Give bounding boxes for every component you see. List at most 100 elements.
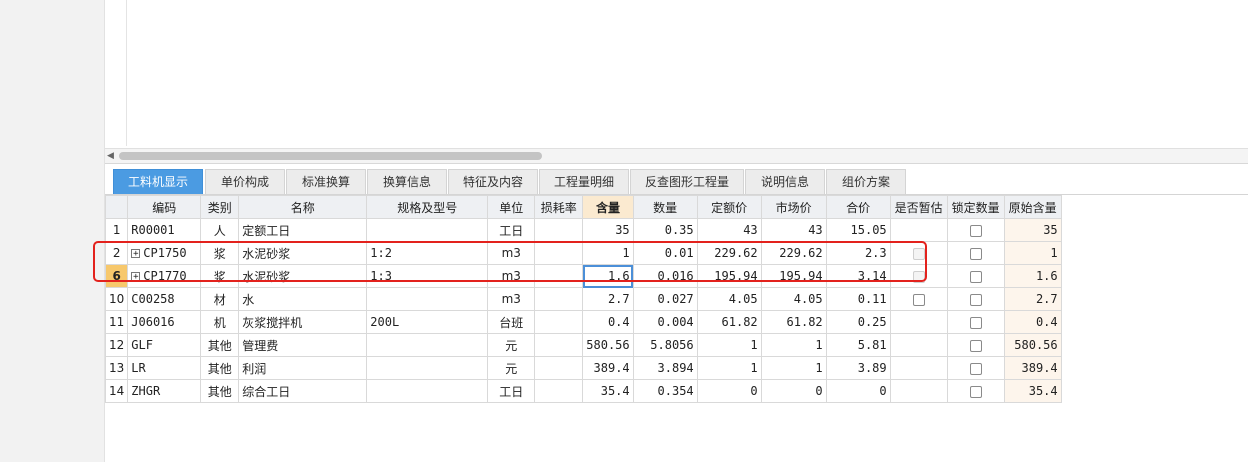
cell-orig-qty[interactable]: 35	[1003, 218, 1062, 242]
col-header-unit[interactable]: 单位	[487, 195, 536, 219]
cell-unit[interactable]: 工日	[487, 379, 536, 403]
col-header-lock[interactable]: 锁定数量	[946, 195, 1005, 219]
table-row[interactable]: 1 R00001 人 定额工日 工日 35 0.35 43 43 15.05 3…	[104, 218, 1062, 242]
col-header-code[interactable]: 编码	[127, 195, 202, 219]
cell-qty[interactable]: 35	[582, 218, 634, 242]
col-header-total[interactable]: 合价	[825, 195, 891, 219]
col-header-estimate[interactable]: 是否暂估	[889, 195, 948, 219]
col-header-qty[interactable]: 含量	[582, 195, 634, 219]
cell-market-price[interactable]: 61.82	[760, 310, 827, 334]
cell-spec[interactable]	[366, 356, 489, 380]
cell-total[interactable]: 5.81	[825, 333, 891, 357]
cell-total[interactable]: 0	[825, 379, 891, 403]
cell-market-price[interactable]: 43	[760, 218, 827, 242]
cell-type[interactable]: 其他	[200, 356, 240, 380]
table-row[interactable]: 14 ZHGR 其他 综合工日 工日 35.4 0.354 0 0 0 35.4	[104, 379, 1062, 403]
cell-loss[interactable]	[534, 218, 584, 242]
cell-type[interactable]: 机	[200, 310, 240, 334]
cell-total[interactable]: 0.25	[825, 310, 891, 334]
table-row[interactable]: 6 + CP1770 浆 水泥砂浆 1:3 m3 1.6 0.016 195.94…	[104, 264, 1062, 288]
cell-amount[interactable]: 5.8056	[632, 333, 698, 357]
row-number[interactable]: 13	[104, 356, 129, 380]
cell-total[interactable]: 3.89	[825, 356, 891, 380]
col-header-market-price[interactable]: 市场价	[760, 195, 827, 219]
cell-quota-price[interactable]: 1	[696, 356, 762, 380]
lock-checkbox[interactable]	[969, 385, 982, 398]
cell-spec[interactable]	[366, 287, 489, 311]
cell-qty[interactable]: 0.4	[582, 310, 634, 334]
cell-market-price[interactable]: 195.94	[760, 264, 827, 288]
cell-loss[interactable]	[534, 333, 584, 357]
cell-code[interactable]: + CP1770	[127, 264, 202, 288]
lock-checkbox[interactable]	[969, 224, 982, 237]
row-number[interactable]: 14	[104, 379, 129, 403]
cell-loss[interactable]	[534, 379, 584, 403]
cell-quota-price[interactable]: 43	[696, 218, 762, 242]
cell-loss[interactable]	[534, 310, 584, 334]
cell-spec[interactable]: 200L	[366, 310, 489, 334]
cell-code[interactable]: J06016	[127, 310, 202, 334]
cell-quota-price[interactable]: 195.94	[696, 264, 762, 288]
cell-orig-qty[interactable]: 0.4	[1003, 310, 1062, 334]
cell-name[interactable]: 管理费	[238, 333, 368, 357]
cell-quota-price[interactable]: 229.62	[696, 241, 762, 265]
cell-total[interactable]: 0.11	[825, 287, 891, 311]
cell-unit[interactable]: m3	[487, 241, 536, 265]
cell-orig-qty[interactable]: 2.7	[1003, 287, 1062, 311]
cell-total[interactable]: 3.14	[825, 264, 891, 288]
expand-plus-icon[interactable]: +	[131, 272, 141, 282]
row-number[interactable]: 11	[104, 310, 129, 334]
estimate-checkbox[interactable]	[912, 293, 925, 306]
cell-code[interactable]: GLF	[127, 333, 202, 357]
cell-orig-qty[interactable]: 1	[1003, 241, 1062, 265]
row-number[interactable]: 2	[104, 241, 129, 265]
cell-loss[interactable]	[534, 264, 584, 288]
cell-spec[interactable]: 1:3	[366, 264, 489, 288]
cell-market-price[interactable]: 0	[760, 379, 827, 403]
table-row[interactable]: 12 GLF 其他 管理费 元 580.56 5.8056 1 1 5.81 5…	[104, 333, 1062, 357]
col-header-quota-price[interactable]: 定额价	[696, 195, 762, 219]
cell-name[interactable]: 水泥砂浆	[238, 241, 368, 265]
lock-checkbox[interactable]	[969, 362, 982, 375]
cell-loss[interactable]	[534, 356, 584, 380]
cell-amount[interactable]: 0.016	[632, 264, 698, 288]
cell-type[interactable]: 材	[200, 287, 240, 311]
cell-code[interactable]: LR	[127, 356, 202, 380]
horizontal-scrollbar[interactable]: ◀	[105, 148, 1248, 164]
lock-checkbox[interactable]	[969, 293, 982, 306]
tab-quantity-detail[interactable]: 工程量明细	[539, 169, 629, 194]
cell-amount[interactable]: 3.894	[632, 356, 698, 380]
cell-spec[interactable]	[366, 379, 489, 403]
tab-reverse-lookup[interactable]: 反查图形工程量	[630, 169, 744, 194]
row-number[interactable]: 10	[104, 287, 129, 311]
table-row[interactable]: 10 C00258 材 水 m3 2.7 0.027 4.05 4.05 0.1…	[104, 287, 1062, 311]
scroll-left-arrow-icon[interactable]: ◀	[107, 151, 114, 161]
cell-quota-price[interactable]: 0	[696, 379, 762, 403]
cell-name[interactable]: 综合工日	[238, 379, 368, 403]
tab-features[interactable]: 特征及内容	[448, 169, 538, 194]
cell-unit[interactable]: m3	[487, 287, 536, 311]
col-header-name[interactable]: 名称	[238, 195, 368, 219]
cell-name[interactable]: 水	[238, 287, 368, 311]
tab-standard-conversion[interactable]: 标准换算	[286, 169, 366, 194]
table-row[interactable]: 2 + CP1750 浆 水泥砂浆 1:2 m3 1 0.01 229.62 22…	[104, 241, 1062, 265]
cell-qty[interactable]: 580.56	[582, 333, 634, 357]
cell-name[interactable]: 利润	[238, 356, 368, 380]
row-number-selected[interactable]: 6	[104, 264, 129, 288]
cell-quota-price[interactable]: 4.05	[696, 287, 762, 311]
lock-checkbox[interactable]	[969, 270, 982, 283]
cell-total[interactable]: 2.3	[825, 241, 891, 265]
cell-name[interactable]: 水泥砂浆	[238, 264, 368, 288]
cell-unit[interactable]: 元	[487, 333, 536, 357]
cell-unit[interactable]: m3	[487, 264, 536, 288]
scrollbar-thumb[interactable]	[119, 152, 542, 160]
col-header-spec[interactable]: 规格及型号	[366, 195, 489, 219]
cell-spec[interactable]	[366, 333, 489, 357]
expand-plus-icon[interactable]: +	[131, 249, 141, 259]
cell-unit[interactable]: 台班	[487, 310, 536, 334]
col-header-amount[interactable]: 数量	[632, 195, 698, 219]
cell-qty[interactable]: 35.4	[582, 379, 634, 403]
col-header-orig-qty[interactable]: 原始含量	[1003, 195, 1062, 219]
cell-type[interactable]: 浆	[200, 264, 240, 288]
tab-conversion-info[interactable]: 换算信息	[367, 169, 447, 194]
